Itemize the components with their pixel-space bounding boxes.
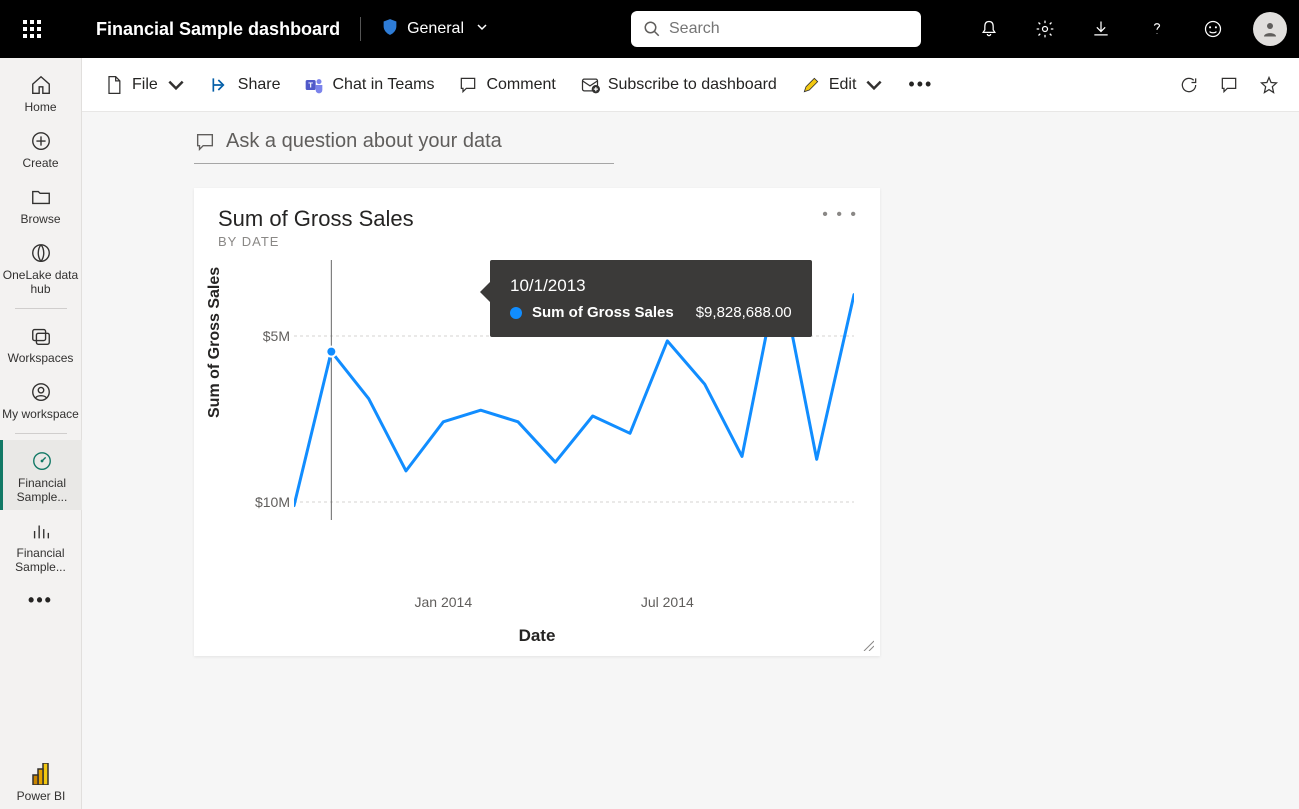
gauge-icon <box>29 448 55 474</box>
refresh-icon[interactable] <box>1171 67 1207 103</box>
x-tick: Jul 2014 <box>641 594 694 610</box>
resize-handle-icon[interactable] <box>862 638 874 650</box>
subscribe-label: Subscribe to dashboard <box>608 76 777 94</box>
help-icon[interactable] <box>1137 9 1177 49</box>
feedback-icon[interactable] <box>1193 9 1233 49</box>
folder-icon <box>28 184 54 210</box>
nav-label: Create <box>22 156 58 170</box>
plus-circle-icon <box>28 128 54 154</box>
chevron-down-icon <box>864 75 884 95</box>
nav-label: OneLake data hub <box>0 268 82 296</box>
nav-home[interactable]: Home <box>0 64 82 120</box>
comment-icon <box>458 75 478 95</box>
chart-tooltip: 10/1/2013 Sum of Gross Sales $9,828,688.… <box>490 260 812 337</box>
settings-icon[interactable] <box>1025 9 1065 49</box>
file-icon <box>104 75 124 95</box>
nav-label: My workspace <box>2 407 79 421</box>
workspaces-icon <box>28 323 54 349</box>
separator <box>15 308 67 309</box>
share-button[interactable]: Share <box>200 69 291 101</box>
home-icon <box>28 72 54 98</box>
share-icon <box>210 75 230 95</box>
content-area: File Share T Chat in Teams Comment Subsc… <box>82 58 1299 809</box>
edit-label: Edit <box>829 76 857 94</box>
pencil-icon <box>801 75 821 95</box>
search-box[interactable] <box>631 11 921 47</box>
bar-chart-icon <box>28 518 54 544</box>
app-launcher-icon[interactable] <box>12 9 52 49</box>
nav-create[interactable]: Create <box>0 120 82 176</box>
svg-text:T: T <box>309 80 314 89</box>
search-icon <box>643 20 661 38</box>
nav-onelake[interactable]: OneLake data hub <box>0 232 82 302</box>
series-color-dot <box>510 307 522 319</box>
comment-label: Comment <box>486 76 555 94</box>
chart-tile[interactable]: Sum of Gross Sales BY DATE • • • Sum of … <box>194 188 880 656</box>
command-bar: File Share T Chat in Teams Comment Subsc… <box>82 58 1299 112</box>
share-label: Share <box>238 76 281 94</box>
tooltip-metric-label: Sum of Gross Sales <box>532 304 674 321</box>
x-tick: Jan 2014 <box>415 594 473 610</box>
nav-label: Workspaces <box>8 351 74 365</box>
chevron-down-icon <box>476 20 488 38</box>
tile-subtitle: BY DATE <box>218 234 856 249</box>
tooltip-date: 10/1/2013 <box>510 276 792 296</box>
teams-icon: T <box>304 75 324 95</box>
subscribe-button[interactable]: Subscribe to dashboard <box>570 69 787 101</box>
favorite-star-icon[interactable] <box>1251 67 1287 103</box>
more-commands-icon[interactable]: ••• <box>898 68 943 101</box>
x-axis-label: Date <box>519 626 556 646</box>
y-tick: $10M <box>240 494 290 510</box>
nav-browse[interactable]: Browse <box>0 176 82 232</box>
sensitivity-label-text: General <box>407 20 464 38</box>
file-label: File <box>132 76 158 94</box>
tooltip-metric-value: $9,828,688.00 <box>696 304 792 321</box>
person-circle-icon <box>28 379 54 405</box>
shield-icon <box>381 18 399 41</box>
nav-workspaces[interactable]: Workspaces <box>0 315 82 371</box>
comment-button[interactable]: Comment <box>448 69 565 101</box>
search-input[interactable] <box>669 20 909 38</box>
divider <box>360 17 361 41</box>
y-axis-label: Sum of Gross Sales <box>206 267 224 418</box>
top-header: Financial Sample dashboard General <box>0 0 1299 58</box>
qna-placeholder: Ask a question about your data <box>226 130 502 153</box>
nav-label: Financial Sample... <box>3 476 82 504</box>
separator <box>15 433 67 434</box>
chat-bubble-icon <box>194 131 216 153</box>
dashboard-title: Financial Sample dashboard <box>96 19 340 40</box>
chevron-down-icon <box>166 75 186 95</box>
nav-powerbi-brand[interactable]: Power BI <box>0 753 82 809</box>
y-tick: $5M <box>240 328 290 344</box>
comments-pane-icon[interactable] <box>1211 67 1247 103</box>
chat-label: Chat in Teams <box>332 76 434 94</box>
onelake-icon <box>28 240 54 266</box>
nav-financial-report[interactable]: Financial Sample... <box>0 510 82 580</box>
nav-label: Home <box>24 100 56 114</box>
edit-menu[interactable]: Edit <box>791 69 895 101</box>
chat-teams-button[interactable]: T Chat in Teams <box>294 69 444 101</box>
nav-label: Browse <box>20 212 60 226</box>
tile-title: Sum of Gross Sales <box>218 206 856 232</box>
sensitivity-label-dropdown[interactable]: General <box>381 18 488 41</box>
nav-my-workspace[interactable]: My workspace <box>0 371 82 427</box>
nav-label: Power BI <box>17 789 66 803</box>
nav-more-icon[interactable]: ••• <box>28 580 53 621</box>
download-icon[interactable] <box>1081 9 1121 49</box>
left-nav: Home Create Browse OneLake data hub Work… <box>0 58 82 809</box>
nav-financial-dashboard[interactable]: Financial Sample... <box>0 440 82 510</box>
nav-label: Financial Sample... <box>0 546 82 574</box>
tile-more-icon[interactable]: • • • <box>822 206 858 224</box>
powerbi-logo-icon <box>28 761 54 787</box>
qna-input[interactable]: Ask a question about your data <box>194 130 614 164</box>
notifications-icon[interactable] <box>969 9 1009 49</box>
subscribe-icon <box>580 75 600 95</box>
file-menu[interactable]: File <box>94 69 196 101</box>
account-avatar[interactable] <box>1253 12 1287 46</box>
